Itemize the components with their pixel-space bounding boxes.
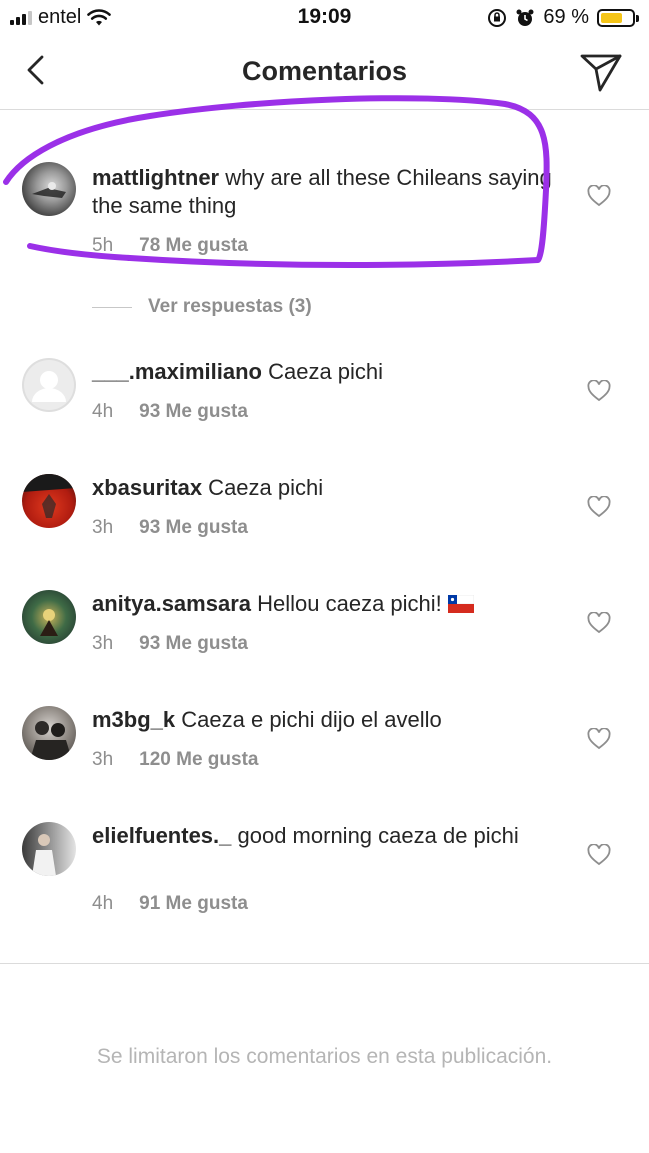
heart-icon[interactable] — [587, 185, 611, 207]
chile-flag-icon — [447, 594, 475, 613]
avatar[interactable] — [22, 474, 76, 528]
header: Comentarios — [0, 36, 649, 110]
comment-text: mattlightner why are all these Chileans … — [92, 164, 552, 220]
replies-divider — [92, 306, 132, 308]
comment-meta: 3h 120 Me gusta — [92, 749, 258, 771]
divider — [0, 963, 649, 964]
avatar[interactable] — [22, 822, 76, 876]
battery-icon — [597, 8, 639, 27]
comment-meta: 3h 93 Me gusta — [92, 517, 248, 539]
comment-username[interactable]: ___.maximiliano — [92, 359, 262, 384]
comment-text: ___.maximiliano Caeza pichi — [92, 358, 552, 386]
comment-username[interactable]: mattlightner — [92, 165, 219, 190]
comment-time: 4h — [92, 401, 114, 422]
battery-level — [601, 12, 622, 23]
heart-icon[interactable] — [587, 380, 611, 402]
view-replies-button[interactable]: Ver respuestas (3) — [92, 296, 312, 318]
comment-username[interactable]: elielfuentes._ — [92, 823, 231, 848]
heart-icon[interactable] — [587, 728, 611, 750]
comment-meta: 4h 91 Me gusta — [92, 893, 248, 915]
page-title: Comentarios — [241, 56, 408, 86]
comment-likes[interactable]: 78 Me gusta — [139, 235, 248, 257]
comment-message: Hellou caeza pichi! — [251, 591, 448, 616]
comment-likes[interactable]: 93 Me gusta — [139, 517, 248, 539]
comment-time: 4h — [92, 893, 114, 914]
comments-limited-notice: Se limitaron los comentarios en esta pub… — [96, 1045, 553, 1068]
comment-meta: 4h 93 Me gusta — [92, 401, 248, 423]
status-bar: entel 19:09 69 % — [0, 0, 649, 36]
comment-time: 3h — [92, 517, 114, 538]
view-replies-label: Ver respuestas (3) — [148, 296, 312, 317]
comment-likes[interactable]: 93 Me gusta — [139, 401, 248, 423]
comment-username[interactable]: xbasuritax — [92, 475, 202, 500]
comment-message: Caeza pichi — [261, 359, 384, 384]
comment-meta: 3h 93 Me gusta — [92, 633, 248, 655]
comment-message: good morning caeza de pichi — [231, 823, 519, 848]
comment-text: m3bg_k Caeza e pichi dijo el avello — [92, 706, 552, 734]
comment-text: anitya.samsara Hellou caeza pichi! — [92, 590, 552, 618]
comment-username[interactable]: anitya.samsara — [92, 591, 251, 616]
avatar[interactable] — [22, 162, 76, 216]
avatar[interactable] — [22, 590, 76, 644]
status-right: 69 % — [487, 6, 639, 29]
battery-percent: 69 % — [543, 6, 589, 28]
comment-message: Caeza e pichi dijo el avello — [175, 707, 442, 732]
heart-icon[interactable] — [587, 612, 611, 634]
heart-icon[interactable] — [587, 844, 611, 866]
paper-plane-icon[interactable] — [579, 50, 623, 94]
comment-likes[interactable]: 120 Me gusta — [139, 749, 258, 771]
comment-likes[interactable]: 91 Me gusta — [139, 893, 248, 915]
alarm-icon — [516, 9, 534, 26]
comment-text: xbasuritax Caeza pichi — [92, 474, 552, 502]
orientation-lock-icon — [488, 8, 507, 27]
comment-text: elielfuentes._ good morning caeza de pic… — [92, 822, 552, 850]
heart-icon[interactable] — [587, 496, 611, 518]
avatar[interactable] — [22, 706, 76, 760]
comment-message: Caeza pichi — [202, 475, 324, 500]
comment-time: 3h — [92, 633, 114, 654]
comment-username[interactable]: m3bg_k — [92, 707, 175, 732]
avatar[interactable] — [22, 358, 76, 412]
comment-time: 3h — [92, 749, 114, 770]
comment-meta: 5h 78 Me gusta — [92, 235, 248, 257]
comment-time: 5h — [92, 235, 114, 256]
comment-likes[interactable]: 93 Me gusta — [139, 633, 248, 655]
